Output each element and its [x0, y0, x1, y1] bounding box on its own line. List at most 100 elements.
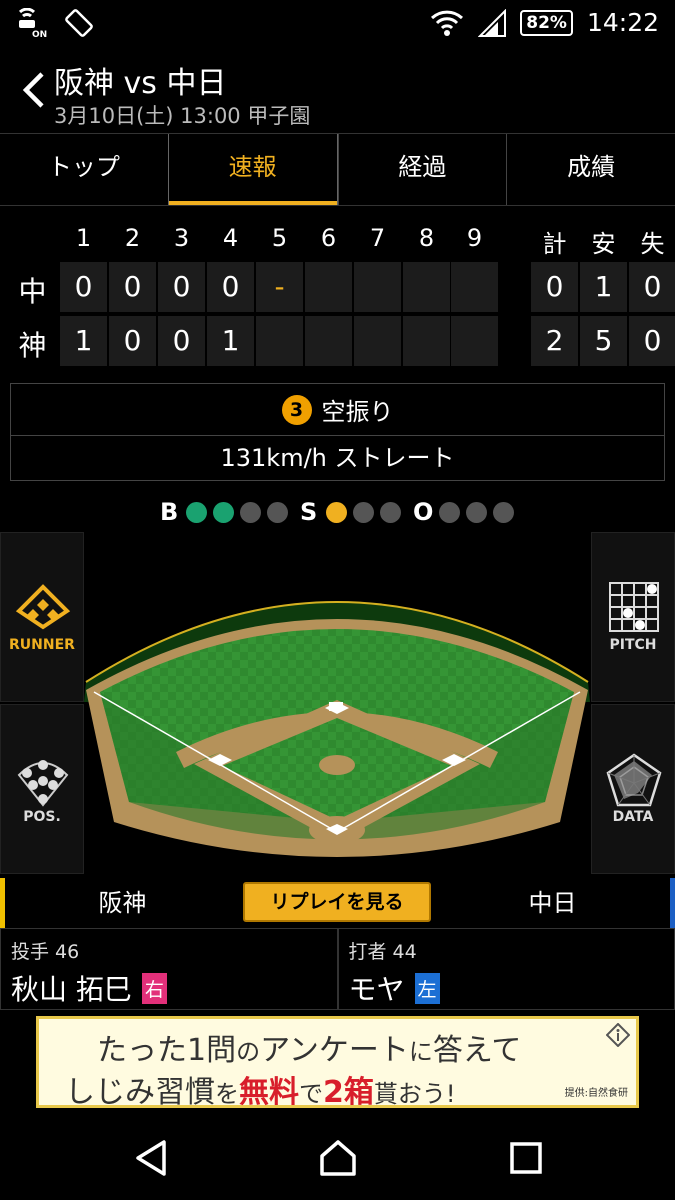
runner-label: RUNNER [9, 637, 75, 653]
inning-header: 3 [173, 224, 190, 252]
ad-line-1: たった1問のアンケートに答えて [97, 1025, 521, 1069]
auto-rotate-icon [65, 9, 93, 37]
ad-info-icon[interactable] [606, 1023, 630, 1047]
inning-header: 5 [271, 224, 288, 252]
total-score-cell: 1 [580, 262, 627, 312]
tab-bar: トップ 速報 経過 成績 [0, 134, 675, 206]
strike-count-label: S [300, 498, 318, 526]
strike-dot [353, 501, 374, 523]
scoreboard-team-label: 中 [18, 275, 47, 308]
inning-header: 8 [418, 224, 435, 252]
total-score-cell: 0 [629, 316, 675, 366]
ball-strike-out-count: BSO [160, 497, 514, 527]
inning-score-cell [403, 316, 450, 366]
out-count-label: O [413, 498, 434, 526]
ad-text: を [215, 1080, 239, 1108]
nav-back-icon[interactable] [132, 1138, 172, 1178]
ad-text: 貰おう! [373, 1080, 456, 1108]
tab-live[interactable]: 速報 [167, 134, 338, 205]
tab-top[interactable]: トップ [0, 134, 168, 205]
out-dot [439, 501, 460, 523]
advertisement-banner[interactable]: たった1問のアンケートに答えて しじみ習慣を無料で2箱貰おう! 提供:自然食研 [36, 1016, 639, 1111]
inning-header: 9 [466, 224, 483, 252]
data-label: DATA [612, 809, 654, 825]
game-header: 阪神 vs 中日 3月10日(土) 13:00 甲子園 [0, 46, 675, 134]
replay-button[interactable]: リプレイを見る [243, 882, 431, 922]
totals-header: 失 [640, 230, 665, 258]
game-subtitle: 3月10日(土) 13:00 甲子園 [54, 104, 311, 128]
baseball-field [84, 601, 590, 857]
inning-score-cell [403, 262, 450, 312]
pos-button[interactable]: POS. [0, 704, 84, 874]
wifi-icon [431, 10, 464, 36]
ad-line-2: しじみ習慣を無料で2箱貰おう! [65, 1067, 456, 1111]
batter-panel[interactable]: 打者 44 モヤ 左 [337, 928, 675, 1010]
ad-text: たった1問 [97, 1033, 237, 1068]
ball-dot [267, 501, 288, 523]
totals-header: 安 [591, 230, 616, 258]
ball-dot [240, 501, 261, 523]
pitch-speed-type: 131km/h ストレート [220, 444, 455, 472]
ad-text: の [236, 1038, 261, 1066]
nav-recents-icon[interactable] [506, 1138, 546, 1178]
strike-dot [380, 501, 401, 523]
inning-score-cell: 1 [207, 316, 254, 366]
home-team-tab[interactable]: 阪神 [0, 878, 240, 928]
ball-dot [186, 501, 207, 523]
away-team-tab[interactable]: 中日 [435, 878, 675, 928]
ad-text: しじみ習慣 [65, 1075, 215, 1110]
inning-score-cell [256, 316, 303, 366]
pitcher-hand-badge: 右 [141, 972, 167, 1004]
pitch-result: 空振り [321, 398, 394, 426]
signal-icon [478, 8, 507, 37]
nfc-on-icon: ON [18, 8, 47, 38]
ad-credit: 提供:自然食研 [564, 1088, 628, 1099]
radar-chart-icon [606, 753, 662, 807]
field-area: RUNNER POS. PITCH DATA [0, 532, 675, 874]
current-players: 投手 46 秋山 拓巳 右 打者 44 モヤ 左 [0, 928, 675, 1010]
tab-stats[interactable]: 成績 [506, 134, 675, 205]
inning-score-cell [451, 262, 498, 312]
pitcher-role: 投手 46 [11, 941, 80, 963]
ad-text: に [408, 1038, 433, 1066]
scoreboard-team-label: 神 [18, 329, 47, 362]
ad-text: アンケート [260, 1033, 409, 1068]
inning-score-cell: 0 [109, 316, 156, 366]
inning-score-cell: 0 [207, 262, 254, 312]
inning-score-cell: 0 [60, 262, 107, 312]
inning-score-cell: 0 [109, 262, 156, 312]
pitch-grid-icon [609, 582, 659, 632]
ball-dot [213, 501, 234, 523]
inning-header: 4 [222, 224, 239, 252]
inning-score-cell: 0 [158, 316, 205, 366]
out-dot [493, 501, 514, 523]
ad-text: 2箱 [323, 1075, 374, 1110]
data-button[interactable]: DATA [591, 704, 675, 874]
inning-score-cell [354, 316, 401, 366]
ad-text: 答えて [432, 1033, 522, 1068]
positions-icon [17, 760, 69, 807]
runner-diamond-icon [15, 584, 71, 630]
out-dot [466, 501, 487, 523]
pitch-number: 3 [281, 394, 312, 425]
tab-progress[interactable]: 経過 [337, 134, 507, 205]
pitch-info: 3 空振り 131km/h ストレート [10, 383, 665, 481]
battery-icon: 82% [520, 9, 573, 36]
runner-button[interactable]: RUNNER [0, 532, 84, 702]
svg-text:ON: ON [32, 30, 47, 38]
pitcher-panel[interactable]: 投手 46 秋山 拓巳 右 [0, 928, 338, 1010]
inning-score-cell: - [256, 262, 303, 312]
batter-name: モヤ [348, 973, 405, 1006]
game-title: 阪神 vs 中日 [54, 66, 227, 101]
inning-score-cell: 1 [60, 316, 107, 366]
inning-header: 6 [320, 224, 337, 252]
pitch-button[interactable]: PITCH [591, 532, 675, 702]
nav-home-icon[interactable] [318, 1138, 358, 1178]
pitcher-name: 秋山 拓巳 [11, 973, 132, 1006]
back-arrow-icon[interactable] [18, 70, 48, 110]
inning-header: 1 [75, 224, 92, 252]
total-score-cell: 0 [629, 262, 675, 312]
inning-score-cell [305, 262, 352, 312]
ad-text: 無料 [239, 1075, 299, 1110]
pitch-label: PITCH [609, 637, 657, 653]
